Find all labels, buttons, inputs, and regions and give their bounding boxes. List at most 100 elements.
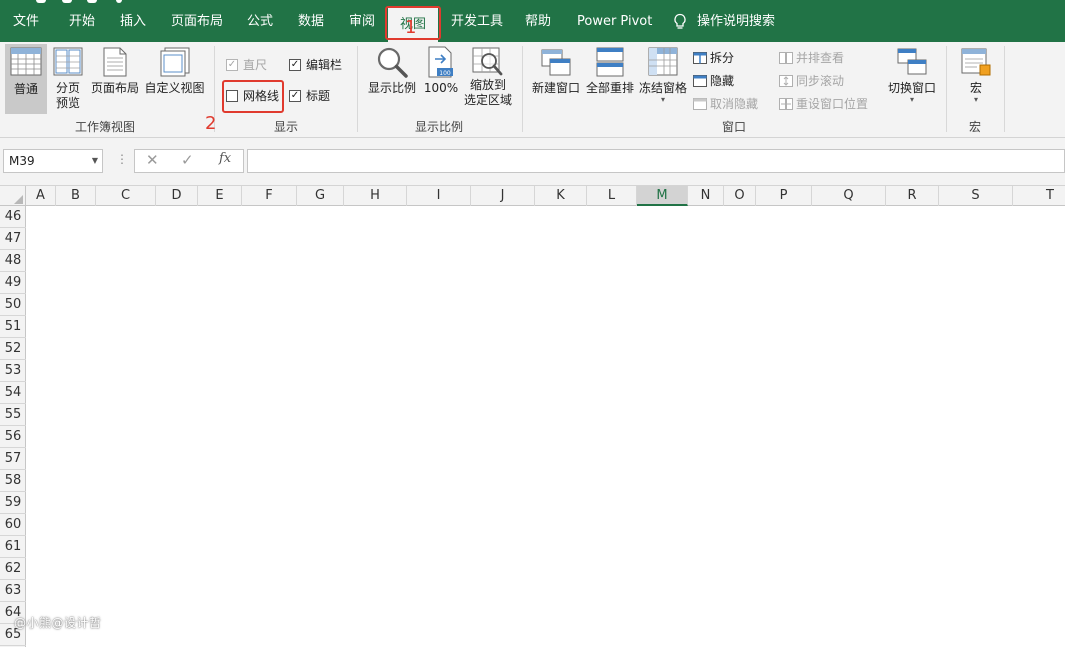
group-label-workbook-views: 工作簿视图: [75, 120, 136, 134]
column-header[interactable]: S: [939, 186, 1013, 206]
select-all-button[interactable]: [0, 186, 26, 206]
page-break-preview-button[interactable]: 分页 预览: [50, 44, 86, 114]
worksheet-grid[interactable]: A B C D E F G H I J K L M N O P Q R S T …: [0, 186, 1065, 647]
column-header[interactable]: L: [587, 186, 637, 206]
column-header[interactable]: D: [156, 186, 198, 206]
column-header[interactable]: A: [26, 186, 56, 206]
tab-data[interactable]: 数据: [298, 10, 324, 34]
headings-check-icon: ✓: [289, 89, 301, 102]
name-box-value: M39: [9, 154, 35, 168]
page-break-label-2: 预览: [55, 96, 80, 110]
zoom-selection-label-1: 缩放到: [469, 78, 506, 92]
row-header[interactable]: 50: [0, 294, 26, 316]
row-header[interactable]: 55: [0, 404, 26, 426]
row-header[interactable]: 53: [0, 360, 26, 382]
tab-review[interactable]: 审阅: [349, 10, 375, 34]
zoom-selection-label-2: 选定区域: [463, 93, 512, 107]
column-header[interactable]: R: [886, 186, 939, 206]
switch-windows-icon: [897, 48, 927, 75]
row-header[interactable]: 49: [0, 272, 26, 294]
ribbon-tab-bar: 文件 开始 插入 页面布局 公式 数据 审阅 视图 开发工具 帮助 Power …: [0, 0, 1065, 42]
switch-windows-button[interactable]: 切换窗口 ▾: [884, 44, 940, 114]
tab-formulas[interactable]: 公式: [247, 10, 273, 34]
column-header[interactable]: K: [535, 186, 587, 206]
name-box[interactable]: M39 ▼: [3, 149, 103, 173]
column-header-active[interactable]: M: [637, 186, 688, 206]
quick-access-icon[interactable]: [62, 0, 72, 3]
normal-view-label: 普通: [13, 82, 38, 96]
row-header[interactable]: 58: [0, 470, 26, 492]
tab-power-pivot[interactable]: Power Pivot: [577, 10, 652, 34]
column-header[interactable]: T: [1013, 186, 1065, 206]
select-all-triangle-icon: [14, 195, 23, 204]
column-header[interactable]: C: [96, 186, 156, 206]
group-label-show: 显示: [274, 120, 299, 134]
zoom-button[interactable]: 显示比例: [366, 44, 418, 114]
row-header[interactable]: 59: [0, 492, 26, 514]
zoom-to-selection-button[interactable]: 缩放到 选定区域: [462, 44, 514, 114]
tab-page-layout[interactable]: 页面布局: [171, 10, 223, 34]
arrange-all-button[interactable]: 全部重排: [584, 44, 636, 114]
column-header[interactable]: F: [242, 186, 297, 206]
row-header[interactable]: 63: [0, 580, 26, 602]
view-side-by-side-button: 并排查看: [779, 49, 844, 66]
column-header[interactable]: N: [688, 186, 724, 206]
normal-view-button[interactable]: 普通: [5, 44, 47, 114]
formula-bar-check-icon: ✓: [289, 58, 301, 71]
tab-insert[interactable]: 插入: [120, 10, 146, 34]
tab-help[interactable]: 帮助: [525, 10, 551, 34]
column-header[interactable]: Q: [812, 186, 886, 206]
tell-me-search[interactable]: 操作说明搜索: [673, 10, 775, 34]
column-header[interactable]: J: [471, 186, 535, 206]
magnifier-icon: [377, 47, 408, 78]
hide-button[interactable]: 隐藏: [693, 72, 734, 89]
group-label-zoom: 显示比例: [415, 120, 464, 134]
sync-scroll-button: 同步滚动: [779, 72, 844, 89]
row-header[interactable]: 56: [0, 426, 26, 448]
chevron-down-icon[interactable]: ▼: [92, 150, 98, 172]
formula-bar-label: 编辑栏: [306, 58, 343, 72]
insert-function-icon[interactable]: fx: [219, 151, 231, 166]
column-header[interactable]: E: [198, 186, 242, 206]
vertical-dots-icon[interactable]: ⋮: [116, 152, 128, 166]
tab-developer[interactable]: 开发工具: [451, 10, 503, 34]
formula-input[interactable]: [247, 149, 1065, 173]
row-header[interactable]: 48: [0, 250, 26, 272]
quick-access-icon[interactable]: [116, 0, 122, 3]
enter-check-icon[interactable]: ✓: [181, 151, 194, 169]
freeze-panes-button[interactable]: 冻结窗格 ▾: [637, 44, 689, 114]
row-header[interactable]: 52: [0, 338, 26, 360]
row-header[interactable]: 57: [0, 448, 26, 470]
tab-file[interactable]: 文件: [13, 10, 39, 34]
row-header[interactable]: 51: [0, 316, 26, 338]
page-break-label-1: 分页: [55, 81, 80, 95]
svg-text:100: 100: [439, 70, 451, 77]
zoom-100-button[interactable]: 100 100%: [422, 44, 460, 114]
column-header[interactable]: H: [344, 186, 407, 206]
tab-home[interactable]: 开始: [69, 10, 95, 34]
row-header[interactable]: 46: [0, 206, 26, 228]
column-header[interactable]: G: [297, 186, 344, 206]
macros-button[interactable]: 宏 ▾: [955, 44, 997, 114]
headings-checkbox[interactable]: ✓ 标题: [289, 87, 330, 104]
new-window-button[interactable]: 新建窗口: [530, 44, 582, 114]
column-header[interactable]: I: [407, 186, 471, 206]
row-header[interactable]: 47: [0, 228, 26, 250]
row-header[interactable]: 62: [0, 558, 26, 580]
new-window-icon: [541, 49, 571, 76]
cancel-icon[interactable]: ✕: [146, 151, 159, 169]
column-header[interactable]: O: [724, 186, 756, 206]
row-header[interactable]: 61: [0, 536, 26, 558]
quick-access-icon[interactable]: [87, 0, 97, 3]
split-label: 拆分: [710, 51, 735, 65]
custom-views-button[interactable]: 自定义视图: [143, 44, 206, 114]
page-layout-view-button[interactable]: 页面布局: [89, 44, 141, 114]
split-button[interactable]: 拆分: [693, 49, 734, 66]
row-header[interactable]: 60: [0, 514, 26, 536]
formula-bar-checkbox[interactable]: ✓ 编辑栏: [289, 56, 342, 73]
column-header[interactable]: P: [756, 186, 812, 206]
row-header[interactable]: 54: [0, 382, 26, 404]
tell-me-label: 操作说明搜索: [697, 14, 776, 29]
quick-access-icon[interactable]: [36, 0, 46, 3]
column-header[interactable]: B: [56, 186, 96, 206]
